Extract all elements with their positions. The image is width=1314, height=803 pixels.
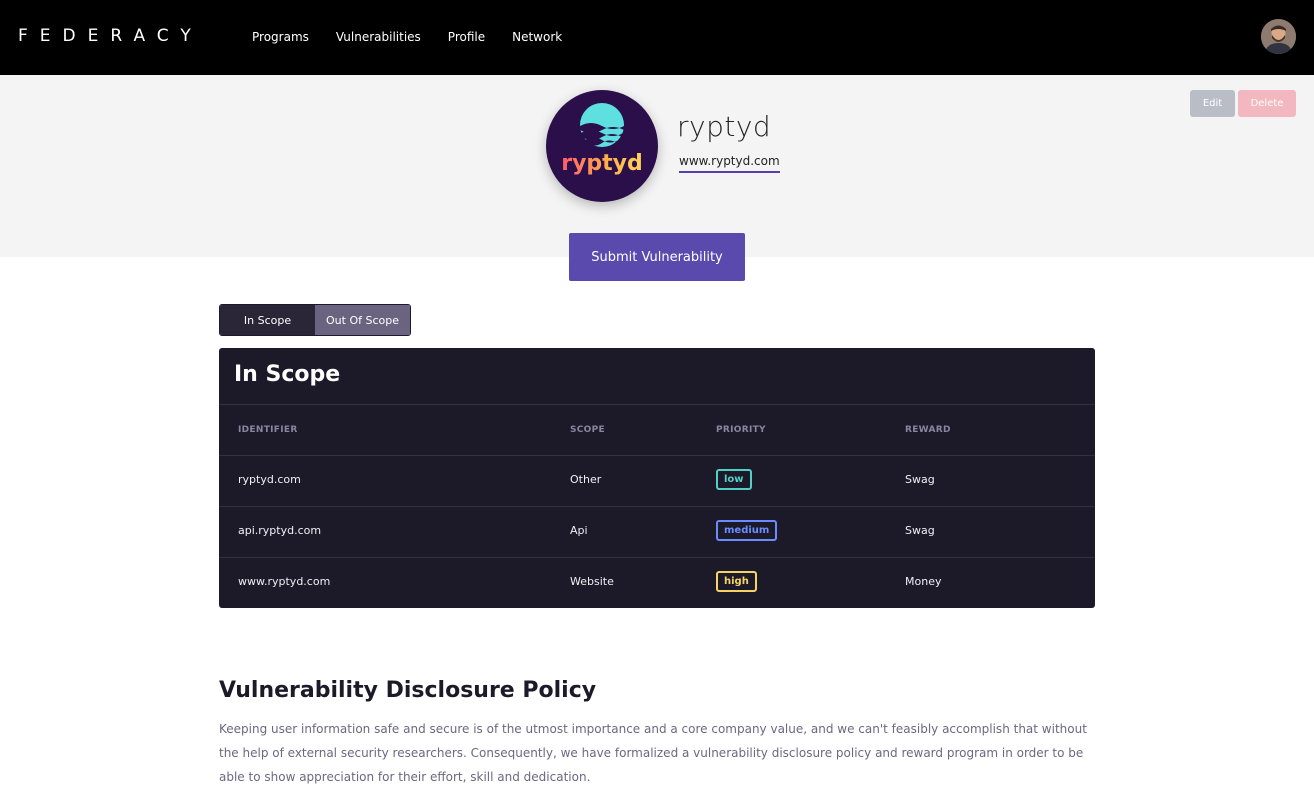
nav-link-profile[interactable]: Profile [448,29,485,45]
column-header-scope: SCOPE [570,425,605,435]
user-avatar[interactable] [1261,19,1296,54]
divider [219,404,1095,405]
tab-out-of-scope[interactable]: Out Of Scope [315,305,410,335]
cell-reward: Money [905,575,942,588]
priority-badge-low: low [716,469,752,490]
divider [219,557,1095,558]
nav-link-network[interactable]: Network [512,29,562,45]
cell-reward: Swag [905,473,935,486]
column-header-identifier: IDENTIFIER [238,425,298,435]
user-avatar-icon [1261,19,1296,54]
program-website-link[interactable]: www.ryptyd.com [679,154,780,173]
top-nav: FEDERACY Programs Vulnerabilities Profil… [0,0,1314,75]
policy-text: Keeping user information safe and secure… [219,722,1087,784]
priority-badge-high: high [716,571,757,592]
nav-links: Programs Vulnerabilities Profile Network [252,29,562,45]
org-logo: ryptyd [546,90,658,202]
tab-in-scope[interactable]: In Scope [220,305,315,335]
scope-table-title: In Scope [234,362,341,387]
column-header-priority: PRIORITY [716,425,766,435]
nav-link-vulnerabilities[interactable]: Vulnerabilities [336,29,421,45]
cell-identifier: www.ryptyd.com [238,575,331,588]
federacy-logo[interactable]: FEDERACY [18,26,203,46]
delete-button[interactable]: Delete [1238,90,1296,117]
scope-tabs: In Scope Out Of Scope [219,304,411,336]
submit-vulnerability-button[interactable]: Submit Vulnerability [569,233,745,281]
ryptyd-logo-icon: ryptyd [561,103,643,176]
column-header-reward: REWARD [905,425,951,435]
cell-scope: Other [570,473,602,486]
program-header [0,75,1314,257]
policy-title: Vulnerability Disclosure Policy [219,678,597,703]
nav-link-programs[interactable]: Programs [252,29,309,45]
scope-table-card: In Scope IDENTIFIER SCOPE PRIORITY REWAR… [219,348,1095,608]
logo-wordmark: ryptyd [561,151,643,176]
edit-button[interactable]: Edit [1190,90,1235,117]
cell-identifier: api.ryptyd.com [238,524,322,537]
divider [219,455,1095,456]
cell-scope: Website [570,575,614,588]
program-name: ryptyd [677,110,772,143]
cell-reward: Swag [905,524,935,537]
priority-badge-medium: medium [716,520,778,541]
divider [219,506,1095,507]
cell-identifier: ryptyd.com [238,473,301,486]
cell-scope: Api [570,524,588,537]
